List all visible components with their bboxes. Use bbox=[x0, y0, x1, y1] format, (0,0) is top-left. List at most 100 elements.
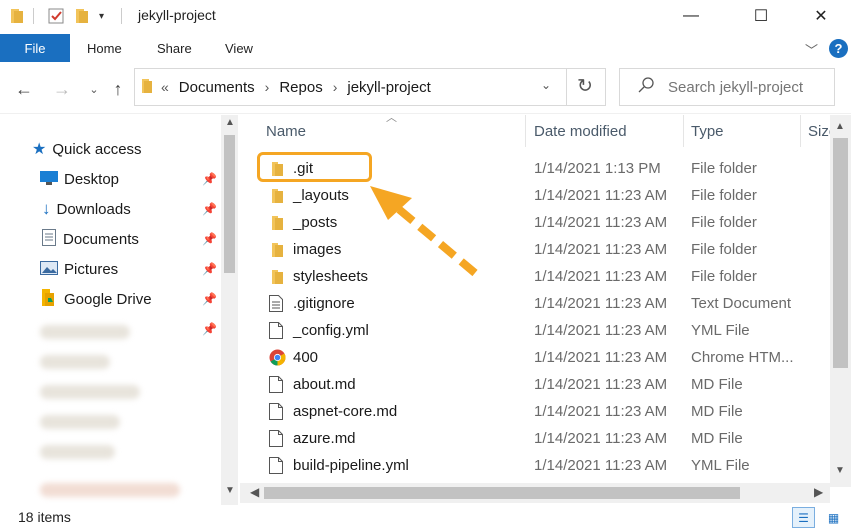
table-row[interactable]: 400 1/14/2021 11:23 AM Chrome HTM... bbox=[240, 344, 830, 371]
column-header-type[interactable]: Type bbox=[691, 115, 724, 147]
scroll-up-icon[interactable]: ▲ bbox=[835, 121, 845, 132]
new-folder-icon[interactable] bbox=[75, 7, 89, 25]
sidebar-item-desktop[interactable]: Desktop 📌 bbox=[0, 165, 220, 193]
help-button[interactable]: ? bbox=[829, 39, 848, 58]
folder-icon bbox=[269, 214, 285, 231]
table-row[interactable]: _posts 1/14/2021 11:23 AM File folder bbox=[240, 209, 830, 236]
search-icon bbox=[638, 77, 654, 97]
table-row[interactable]: stylesheets 1/14/2021 11:23 AM File folder bbox=[240, 263, 830, 290]
file-name: .gitignore bbox=[293, 295, 355, 312]
text-document-icon bbox=[269, 295, 285, 312]
column-header-size[interactable]: Size bbox=[808, 115, 830, 147]
tab-view[interactable]: View bbox=[225, 41, 253, 56]
folder-icon bbox=[269, 241, 285, 258]
scroll-up-icon[interactable]: ▲ bbox=[225, 117, 235, 128]
breadcrumb-documents[interactable]: Documents bbox=[179, 79, 255, 96]
sidebar-item-quick-access[interactable]: ★ Quick access bbox=[0, 135, 220, 163]
table-row[interactable]: build-pipeline.yml 1/14/2021 11:23 AM YML … bbox=[240, 452, 830, 479]
file-type: MD File bbox=[691, 376, 743, 393]
ribbon: File Home Share View ﹀ ? bbox=[0, 34, 851, 62]
details-view-icon[interactable]: ☰ bbox=[792, 507, 815, 528]
forward-arrow-icon[interactable]: → bbox=[50, 77, 74, 101]
file-type: File folder bbox=[691, 187, 757, 204]
window-title: jekyll-project bbox=[138, 7, 216, 23]
sidebar-item-label: Google Drive bbox=[64, 290, 152, 308]
tab-share[interactable]: Share bbox=[157, 41, 192, 56]
scrollbar-thumb[interactable] bbox=[264, 487, 740, 499]
pin-icon[interactable]: 📌 bbox=[202, 232, 217, 246]
table-row[interactable]: _config.yml 1/14/2021 11:23 AM YML File bbox=[240, 317, 830, 344]
scrollbar-thumb[interactable] bbox=[224, 135, 235, 273]
title-bar: ▾ jekyll-project — ☐ ✕ bbox=[0, 0, 851, 32]
desktop-icon bbox=[40, 170, 58, 188]
breadcrumb-jekyll-project[interactable]: jekyll-project bbox=[347, 79, 430, 96]
up-arrow-icon[interactable]: ↑ bbox=[106, 77, 130, 101]
minimize-button[interactable]: — bbox=[668, 0, 714, 32]
highlight-box bbox=[257, 152, 372, 182]
file-name: build-pipeline.yml bbox=[293, 457, 409, 474]
pin-icon[interactable]: 📌 bbox=[202, 322, 217, 336]
expand-ribbon-icon[interactable]: ﹀ bbox=[805, 40, 818, 59]
chevron-right-icon[interactable]: › bbox=[265, 79, 270, 95]
star-icon: ★ bbox=[32, 141, 47, 158]
status-bar: 18 items ☰ ▦ bbox=[0, 505, 851, 530]
file-date: 1/14/2021 11:23 AM bbox=[534, 403, 668, 420]
search-input[interactable] bbox=[668, 78, 838, 96]
table-row[interactable]: azure.md 1/14/2021 11:23 AM MD File bbox=[240, 425, 830, 452]
file-icon bbox=[269, 376, 285, 393]
table-row[interactable]: aspnet-core.md 1/14/2021 11:23 AM MD File bbox=[240, 398, 830, 425]
documents-icon bbox=[42, 229, 56, 249]
file-list-scrollbar[interactable]: ▲ ▼ bbox=[830, 115, 851, 487]
refresh-icon[interactable]: ↻ bbox=[577, 75, 593, 98]
breadcrumb-repos[interactable]: Repos bbox=[279, 79, 322, 96]
file-type: Text Document bbox=[691, 295, 792, 312]
column-header-date[interactable]: Date modified bbox=[534, 115, 627, 147]
table-row[interactable]: _layouts 1/14/2021 11:23 AM File folder bbox=[240, 182, 830, 209]
address-dropdown-icon[interactable]: ⌄ bbox=[541, 78, 551, 92]
customize-dropdown-icon[interactable]: ▾ bbox=[99, 7, 104, 25]
properties-icon[interactable] bbox=[48, 7, 64, 25]
chevron-right-icon[interactable]: › bbox=[333, 79, 338, 95]
search-box[interactable] bbox=[619, 68, 838, 106]
column-header-name[interactable]: Name bbox=[266, 115, 306, 147]
pin-icon[interactable]: 📌 bbox=[202, 172, 217, 186]
scroll-right-icon[interactable]: ▶ bbox=[814, 485, 823, 499]
back-arrow-icon[interactable]: ← bbox=[12, 77, 36, 101]
recent-locations-icon[interactable]: ⌄ bbox=[82, 77, 106, 101]
sidebar-item-google-drive[interactable]: Google Drive 📌 bbox=[0, 285, 220, 313]
file-type: YML File bbox=[691, 457, 750, 474]
blurred-item bbox=[40, 385, 140, 399]
file-icon bbox=[269, 430, 285, 447]
sidebar-item-label: Downloads bbox=[56, 200, 131, 218]
table-row[interactable]: .gitignore 1/14/2021 11:23 AM Text Documen… bbox=[240, 290, 830, 317]
file-name: aspnet-core.md bbox=[293, 403, 398, 420]
pin-icon[interactable]: 📌 bbox=[202, 292, 217, 306]
tab-home[interactable]: Home bbox=[87, 41, 122, 56]
table-row[interactable]: images 1/14/2021 11:23 AM File folder bbox=[240, 236, 830, 263]
scroll-left-icon[interactable]: ◀ bbox=[250, 485, 259, 499]
arrow-annotation-icon bbox=[370, 186, 478, 277]
file-icon bbox=[269, 403, 285, 420]
scrollbar-thumb[interactable] bbox=[833, 138, 848, 368]
breadcrumb-overflow[interactable]: « bbox=[161, 79, 169, 95]
large-icons-view-icon[interactable]: ▦ bbox=[822, 507, 845, 528]
scroll-down-icon[interactable]: ▼ bbox=[225, 485, 235, 496]
sidebar-item-documents[interactable]: Documents 📌 bbox=[0, 225, 220, 253]
pin-icon[interactable]: 📌 bbox=[202, 262, 217, 276]
sidebar-scrollbar[interactable]: ▲ ▼ bbox=[221, 115, 238, 505]
address-bar[interactable]: « Documents › Repos › jekyll-project ⌄ ↻ bbox=[134, 68, 606, 106]
table-row[interactable]: about.md 1/14/2021 11:23 AM MD File bbox=[240, 371, 830, 398]
pin-icon[interactable]: 📌 bbox=[202, 202, 217, 216]
close-button[interactable]: ✕ bbox=[798, 0, 844, 32]
file-name: stylesheets bbox=[293, 268, 369, 285]
maximize-button[interactable]: ☐ bbox=[738, 0, 784, 32]
file-tab[interactable]: File bbox=[0, 34, 70, 62]
navigation-bar: ← → ⌄ ↑ « Documents › Repos › jekyll-pro… bbox=[0, 62, 851, 114]
blurred-item bbox=[40, 415, 120, 429]
sidebar-item-pictures[interactable]: Pictures 📌 bbox=[0, 255, 220, 283]
horizontal-scrollbar[interactable]: ◀ ▶ bbox=[240, 483, 830, 503]
file-name: _config.yml bbox=[293, 322, 369, 339]
file-date: 1/14/2021 11:23 AM bbox=[534, 241, 668, 258]
scroll-down-icon[interactable]: ▼ bbox=[835, 465, 845, 476]
sidebar-item-downloads[interactable]: ↓ Downloads 📌 bbox=[0, 195, 220, 223]
